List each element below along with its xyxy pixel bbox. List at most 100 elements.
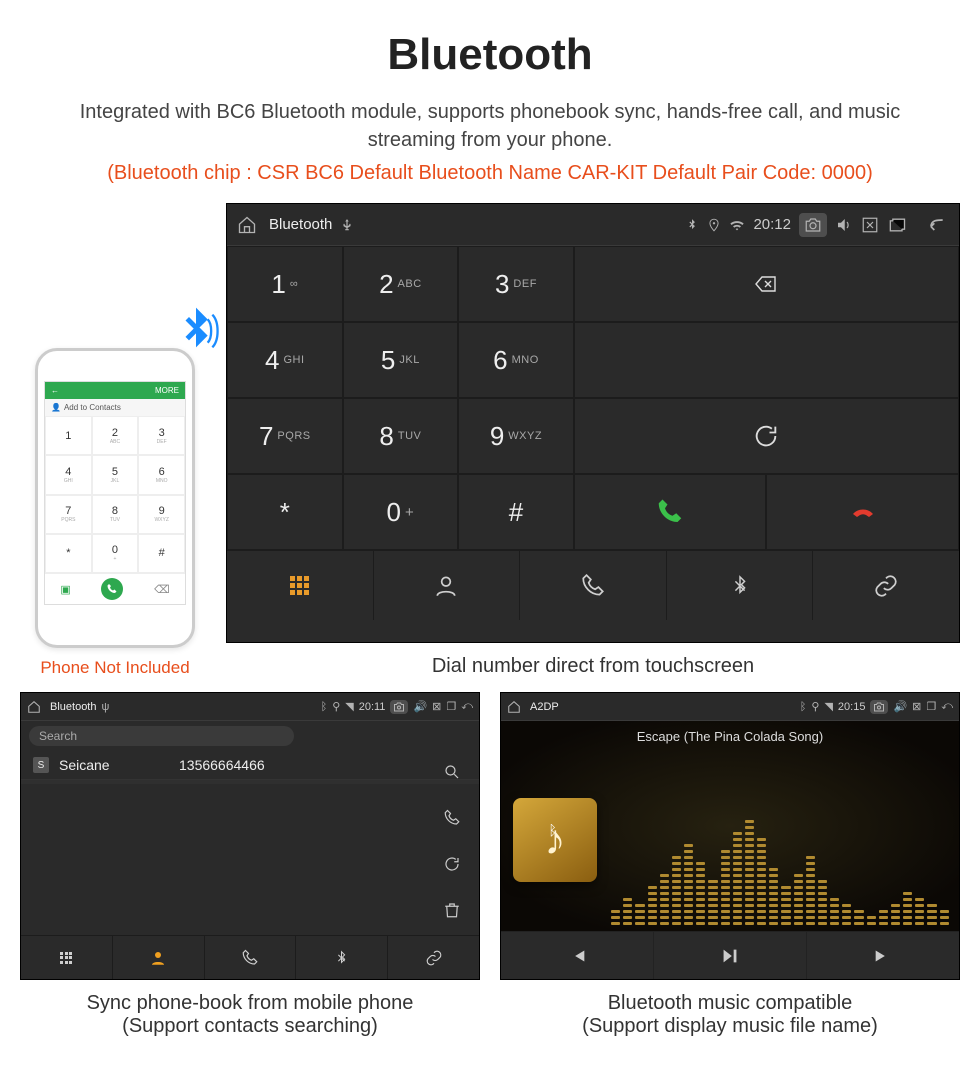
key-2[interactable]: 2ABC <box>343 246 459 322</box>
tab-calls[interactable] <box>205 936 297 979</box>
empty-cell-1 <box>574 322 959 398</box>
backspace-button[interactable] <box>574 246 959 322</box>
usb-icon: ψ <box>101 701 109 713</box>
page-subtitle: Integrated with BC6 Bluetooth module, su… <box>50 98 930 154</box>
statusbar-title: A2DP <box>530 701 559 713</box>
contact-row[interactable]: S Seicane 13566664466 <box>21 751 479 780</box>
back-icon[interactable]: ⤺ <box>461 700 473 713</box>
dialer-device: Bluetooth 20:12 1∞ 2A <box>226 203 960 643</box>
music-device: A2DP ᛒ ⚲ ◥ 20:15 🔊 ⊠ ❐ ⤺ Escape (The Pin… <box>500 692 960 980</box>
bluetooth-icon: ᛒ <box>549 822 557 838</box>
music-note-icon: ♪ᛒ <box>545 816 566 864</box>
tab-bluetooth[interactable] <box>296 936 388 979</box>
location-icon <box>707 218 721 232</box>
music-controls <box>501 931 959 979</box>
dialpad: 1∞ 2ABC 3DEF 4GHI 5JKL 6MNO 7PQRS 8TUV 9… <box>227 246 959 550</box>
dialer-statusbar: Bluetooth 20:12 <box>227 204 959 246</box>
key-3[interactable]: 3DEF <box>458 246 574 322</box>
prev-button[interactable] <box>501 932 654 979</box>
key-1[interactable]: 1∞ <box>227 246 343 322</box>
key-star[interactable]: * <box>227 474 343 550</box>
search-input[interactable]: Search <box>29 726 294 746</box>
key-4[interactable]: 4GHI <box>227 322 343 398</box>
side-delete-icon[interactable] <box>443 901 461 924</box>
statusbar-title: Bluetooth <box>50 701 96 713</box>
grid-icon <box>290 576 309 595</box>
key-7[interactable]: 7PQRS <box>227 398 343 474</box>
next-button[interactable] <box>807 932 959 979</box>
grid-icon <box>60 952 72 964</box>
tab-dialpad[interactable] <box>21 936 113 979</box>
phone-back-icon: ⌫ <box>154 583 170 596</box>
windows-icon[interactable]: ❐ <box>926 700 936 713</box>
tab-contacts[interactable] <box>113 936 205 979</box>
music-caption: Bluetooth music compatible (Support disp… <box>500 992 960 1038</box>
statusbar-time: 20:15 <box>838 701 866 713</box>
usb-icon <box>340 218 354 232</box>
back-icon[interactable]: ⤺ <box>941 700 953 713</box>
page-title: Bluetooth <box>387 30 592 80</box>
volume-icon[interactable]: 🔊 <box>413 700 427 713</box>
tab-bluetooth[interactable] <box>667 551 814 620</box>
key-6[interactable]: 6MNO <box>458 322 574 398</box>
close-box-icon[interactable]: ⊠ <box>912 700 921 713</box>
contact-number: 13566664466 <box>179 757 265 773</box>
tab-link[interactable] <box>388 936 479 979</box>
back-icon[interactable] <box>923 215 949 235</box>
side-call-icon[interactable] <box>443 809 461 832</box>
key-hash[interactable]: # <box>458 474 574 550</box>
playpause-button[interactable] <box>654 932 807 979</box>
refresh-button[interactable] <box>574 398 959 474</box>
phone-more-label: MORE <box>155 386 179 395</box>
contact-initial-badge: S <box>33 757 49 773</box>
side-refresh-icon[interactable] <box>443 855 461 878</box>
location-icon: ⚲ <box>811 700 819 713</box>
volume-icon[interactable] <box>835 216 853 234</box>
phone-caption: Phone Not Included <box>40 658 189 678</box>
phone-keypad: 12ABC3DEF4GHI5JKL6MNO7PQRS8TUV9WXYZ*0+# <box>45 416 185 573</box>
home-icon[interactable] <box>237 215 257 235</box>
close-box-icon[interactable] <box>861 216 879 234</box>
key-9[interactable]: 9WXYZ <box>458 398 574 474</box>
bt-spec-line: (Bluetooth chip : CSR BC6 Default Blueto… <box>107 162 873 185</box>
contacts-device: Bluetooth ψ ᛒ ⚲ ◥ 20:11 🔊 ⊠ ❐ ⤺ Search <box>20 692 480 980</box>
album-art: ♪ᛒ <box>513 798 597 882</box>
statusbar-time: 20:11 <box>359 701 386 713</box>
wifi-icon: ◥ <box>345 700 353 713</box>
tab-contacts[interactable] <box>374 551 521 620</box>
camera-icon[interactable] <box>390 700 408 714</box>
side-search-icon[interactable] <box>443 763 461 786</box>
camera-icon[interactable] <box>870 700 888 714</box>
volume-icon[interactable]: 🔊 <box>893 700 907 713</box>
statusbar-time: 20:12 <box>753 216 791 233</box>
windows-icon[interactable]: ❐ <box>446 700 456 713</box>
music-statusbar: A2DP ᛒ ⚲ ◥ 20:15 🔊 ⊠ ❐ ⤺ <box>501 693 959 721</box>
phone-video-icon: ▣ <box>60 583 70 596</box>
side-actions <box>431 751 473 935</box>
key-8[interactable]: 8TUV <box>343 398 459 474</box>
hangup-button[interactable] <box>766 474 959 550</box>
windows-icon[interactable] <box>887 215 907 235</box>
tab-calls[interactable] <box>520 551 667 620</box>
key-5[interactable]: 5JKL <box>343 322 459 398</box>
close-box-icon[interactable]: ⊠ <box>432 700 441 713</box>
phone-mockup: ← MORE 👤Add to Contacts 12ABC3DEF4GHI5JK… <box>35 348 195 648</box>
track-title: Escape (The Pina Colada Song) <box>501 721 959 748</box>
bluetooth-signal-icon <box>168 303 224 359</box>
home-icon[interactable] <box>507 700 521 714</box>
tab-link[interactable] <box>813 551 959 620</box>
key-0[interactable]: 0+ <box>343 474 459 550</box>
contacts-caption: Sync phone-book from mobile phone (Suppo… <box>20 992 480 1038</box>
contacts-statusbar: Bluetooth ψ ᛒ ⚲ ◥ 20:11 🔊 ⊠ ❐ ⤺ <box>21 693 479 721</box>
camera-icon[interactable] <box>799 213 827 237</box>
home-icon[interactable] <box>27 700 41 714</box>
dialer-bottombar <box>227 550 959 620</box>
phone-add-contacts: 👤Add to Contacts <box>45 399 185 416</box>
bluetooth-icon: ᛒ <box>800 701 807 713</box>
equalizer-viz <box>611 774 949 925</box>
call-button[interactable] <box>574 474 767 550</box>
wifi-icon <box>729 217 745 233</box>
phone-call-button <box>101 578 123 600</box>
contacts-bottombar <box>21 935 479 979</box>
tab-dialpad[interactable] <box>227 551 374 620</box>
